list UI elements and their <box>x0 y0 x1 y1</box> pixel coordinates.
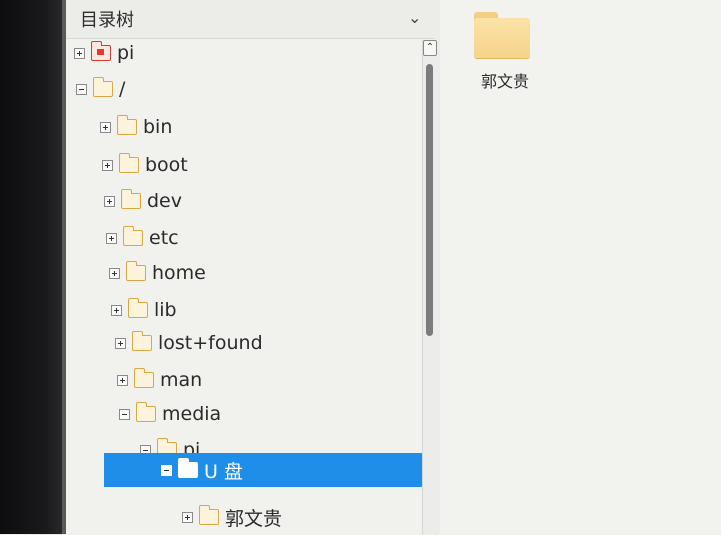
collapse-icon[interactable] <box>119 408 130 420</box>
expand-icon[interactable] <box>111 304 122 316</box>
folder-icon <box>118 153 139 173</box>
folder-icon <box>177 458 198 478</box>
tree-node-home[interactable]: home <box>66 257 434 289</box>
expand-icon[interactable] <box>104 195 115 207</box>
tree-node-label: pi <box>117 42 135 64</box>
folder-icon <box>198 505 219 525</box>
scroll-up-button[interactable]: ⌃ <box>423 40 437 56</box>
tree-node-label: 郭文贵 <box>225 507 283 530</box>
chevron-down-icon[interactable]: ⌄ <box>408 8 421 27</box>
tree-node-label: boot <box>145 154 188 176</box>
panel-title: 目录树 <box>80 10 134 31</box>
panel-header: 目录树 ⌄ <box>66 0 436 38</box>
folder-icon <box>133 368 154 388</box>
tree-node-label: bin <box>143 116 173 138</box>
tree-node-media[interactable]: media <box>66 398 434 430</box>
expand-icon[interactable] <box>74 47 85 59</box>
tree-node-label: lib <box>154 299 177 321</box>
tree-node-lib[interactable]: lib <box>66 294 434 326</box>
tree-node-root[interactable]: / <box>66 73 434 105</box>
file-item-label[interactable]: 郭文贵 <box>470 68 540 92</box>
expand-icon[interactable] <box>182 511 193 523</box>
expand-icon[interactable] <box>109 267 120 279</box>
tree-node-label: lost+found <box>158 332 263 354</box>
tree-node-label: U 盘 <box>204 460 243 483</box>
tree-node-lost-found[interactable]: lost+found <box>66 327 434 359</box>
tree-node-label: man <box>160 369 203 391</box>
folder-icon <box>125 261 146 281</box>
directory-tree: pi / bin boot dev etc home lib lost+foun… <box>66 38 434 535</box>
tree-node-guo-wengui[interactable]: 郭文贵 <box>66 501 434 533</box>
tree-node-pi-home[interactable]: pi <box>66 39 434 69</box>
tree-node-label: home <box>152 262 206 284</box>
tree-node-label: media <box>162 403 222 425</box>
tree-node-man[interactable]: man <box>66 364 434 396</box>
file-view: 郭文贵 <box>440 0 721 534</box>
folder-icon[interactable] <box>474 12 530 58</box>
folder-icon <box>116 115 137 135</box>
tree-node-label: etc <box>149 227 179 249</box>
tree-node-bin[interactable]: bin <box>66 111 434 143</box>
home-folder-icon <box>90 41 111 61</box>
expand-icon[interactable] <box>117 374 128 386</box>
collapse-icon[interactable] <box>161 464 172 476</box>
expand-icon[interactable] <box>106 232 117 244</box>
tree-node-boot[interactable]: boot <box>66 149 434 181</box>
directory-tree-panel: 目录树 ⌄ pi / bin boot dev etc home lib los… <box>66 0 440 535</box>
folder-icon <box>120 189 141 209</box>
tree-node-etc[interactable]: etc <box>66 222 434 254</box>
tree-node-label: / <box>119 78 126 100</box>
folder-icon <box>92 77 113 97</box>
tree-node-usb-drive[interactable]: U 盘 <box>104 453 434 487</box>
expand-icon[interactable] <box>115 337 126 349</box>
folder-icon <box>127 298 148 318</box>
folder-icon <box>131 331 152 351</box>
monitor-bezel <box>0 0 64 534</box>
folder-icon <box>122 226 143 246</box>
collapse-icon[interactable] <box>76 83 87 95</box>
vertical-scrollbar[interactable]: ⌃ <box>422 40 437 534</box>
tree-node-label: dev <box>147 190 182 212</box>
folder-icon <box>135 402 156 422</box>
tree-node-dev[interactable]: dev <box>66 185 434 217</box>
expand-icon[interactable] <box>100 121 111 133</box>
expand-icon[interactable] <box>102 159 113 171</box>
scrollbar-thumb[interactable] <box>426 64 433 336</box>
